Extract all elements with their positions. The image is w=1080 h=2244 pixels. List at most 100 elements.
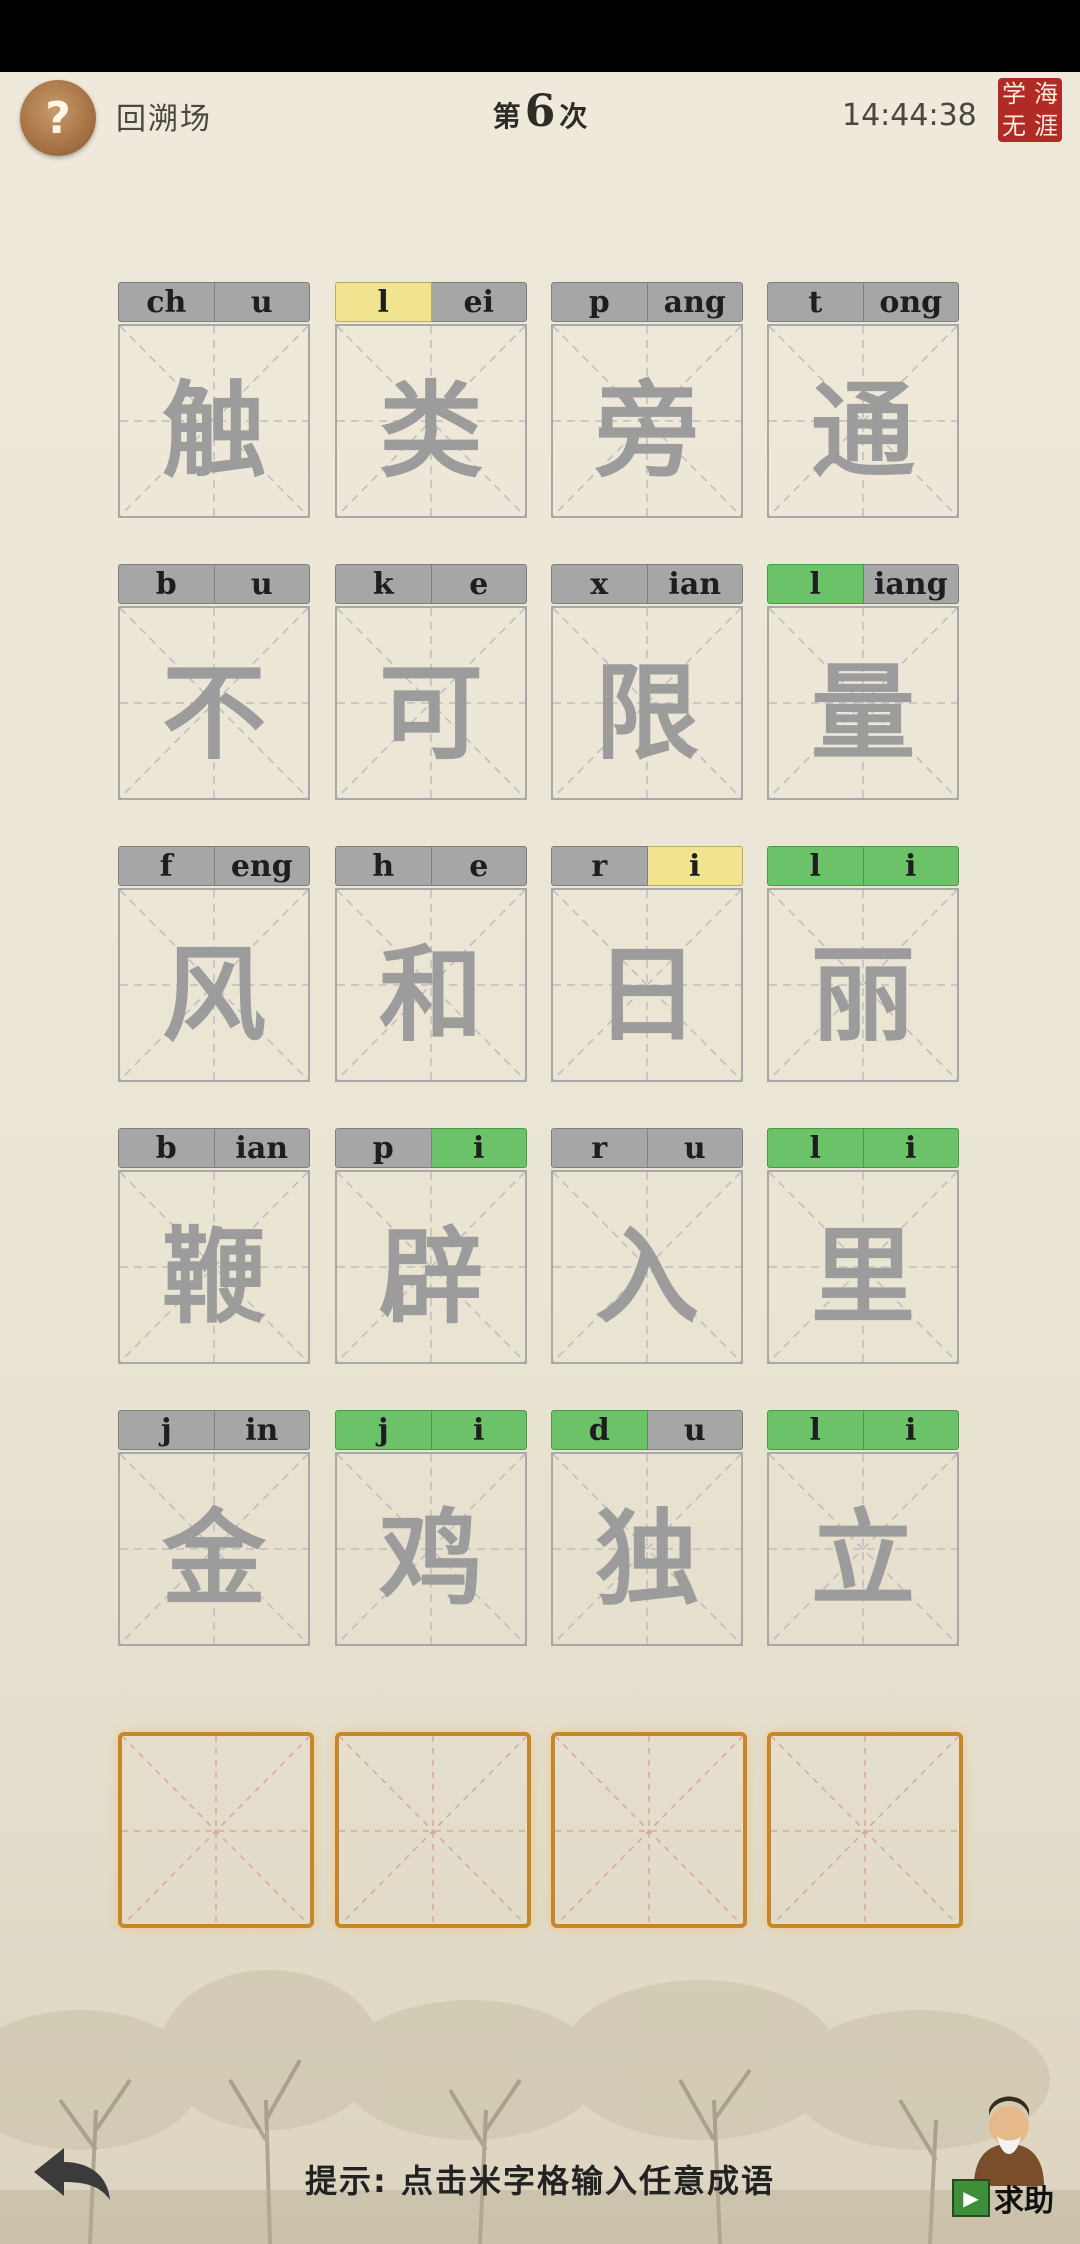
rice-grid-box: 日: [551, 888, 743, 1082]
hanzi-character: 旁: [594, 368, 699, 492]
pinyin-initial: h: [335, 846, 432, 886]
hint-text: 提示: 点击米字格输入任意成语: [305, 2162, 775, 2200]
hanzi-character: 丽: [810, 932, 915, 1056]
rice-grid-box: 入: [551, 1170, 743, 1364]
pinyin-initial: l: [767, 564, 864, 604]
character-cell: b ian 鞭: [118, 1128, 310, 1364]
pinyin-final: i: [863, 1410, 959, 1450]
timer: 14:44:38: [842, 98, 977, 133]
pinyin-bar: j in: [118, 1410, 310, 1450]
pinyin-bar: ch u: [118, 282, 310, 322]
character-cell: he 和: [335, 846, 527, 1082]
pinyin-final: u: [214, 282, 310, 322]
pinyin-bar: pi: [335, 1128, 527, 1168]
pinyin-bar: l iang: [767, 564, 959, 604]
seal-char: 无: [1002, 112, 1026, 140]
character-cell: li 丽: [767, 846, 959, 1082]
seal-char: 学: [1002, 80, 1026, 108]
pinyin-initial: p: [335, 1128, 432, 1168]
pinyin-initial: l: [335, 282, 432, 322]
rice-grid-box: 独: [551, 1452, 743, 1646]
character-cell: t ong 通: [767, 282, 959, 518]
character-cell: li 立: [767, 1410, 959, 1646]
pinyin-final: eng: [214, 846, 310, 886]
rice-grid-box: 鞭: [118, 1170, 310, 1364]
pinyin-initial: r: [551, 846, 648, 886]
pinyin-final: u: [647, 1128, 743, 1168]
hanzi-character: 风: [161, 932, 266, 1056]
character-cell: f eng 风: [118, 846, 310, 1082]
rice-grid-box: 金: [118, 1452, 310, 1646]
pinyin-final: i: [863, 846, 959, 886]
character-cell: ri 日: [551, 846, 743, 1082]
input-cell[interactable]: [767, 1732, 963, 1928]
hanzi-character: 类: [378, 368, 483, 492]
input-cell[interactable]: [118, 1732, 314, 1928]
pinyin-initial: f: [118, 846, 215, 886]
pinyin-initial: l: [767, 1128, 864, 1168]
pinyin-bar: he: [335, 846, 527, 886]
pinyin-bar: p ang: [551, 282, 743, 322]
hanzi-character: 限: [594, 650, 699, 774]
seek-help-label: 求助: [994, 2184, 1054, 2219]
rice-grid-box: 立: [767, 1452, 959, 1646]
hanzi-character: 触: [161, 368, 266, 492]
character-cell: ji 鸡: [335, 1410, 527, 1646]
character-cell: ru 入: [551, 1128, 743, 1364]
pinyin-final: i: [647, 846, 743, 886]
input-cell[interactable]: [551, 1732, 747, 1928]
input-cell[interactable]: [335, 1732, 531, 1928]
pinyin-initial: k: [335, 564, 432, 604]
rice-grid-box: 丽: [767, 888, 959, 1082]
hanzi-character: 不: [161, 650, 266, 774]
pinyin-final: ei: [431, 282, 527, 322]
hanzi-character: 立: [810, 1496, 915, 1620]
pinyin-initial: p: [551, 282, 648, 322]
character-cell: l ei 类: [335, 282, 527, 518]
pinyin-initial: x: [551, 564, 648, 604]
round-prefix: 第: [492, 100, 521, 133]
hanzi-character: 可: [378, 650, 483, 774]
pinyin-bar: ke: [335, 564, 527, 604]
pinyin-final: i: [431, 1128, 527, 1168]
seal-logo: 学 海 无 涯: [998, 78, 1062, 142]
character-cell: pi 辟: [335, 1128, 527, 1364]
pinyin-final: u: [647, 1410, 743, 1450]
pinyin-bar: li: [767, 1410, 959, 1450]
pinyin-bar: t ong: [767, 282, 959, 322]
pinyin-initial: ch: [118, 282, 215, 322]
pinyin-bar: ru: [551, 1128, 743, 1168]
pinyin-final: i: [431, 1410, 527, 1450]
hanzi-character: 辟: [378, 1214, 483, 1338]
pinyin-initial: j: [118, 1410, 215, 1450]
character-cell: ke 可: [335, 564, 527, 800]
pinyin-bar: li: [767, 846, 959, 886]
pinyin-bar: x ian: [551, 564, 743, 604]
pinyin-bar: bu: [118, 564, 310, 604]
pinyin-bar: f eng: [118, 846, 310, 886]
rice-grid-box: 类: [335, 324, 527, 518]
seek-help-button[interactable]: ▶ 求助: [952, 2176, 1054, 2220]
character-cell: p ang 旁: [551, 282, 743, 518]
pinyin-final: in: [214, 1410, 310, 1450]
hanzi-character: 和: [378, 932, 483, 1056]
hanzi-character: 量: [810, 650, 915, 774]
sage-avatar-icon[interactable]: [964, 2086, 1054, 2186]
rice-grid-box: 触: [118, 324, 310, 518]
pinyin-final: iang: [863, 564, 959, 604]
pinyin-final: i: [863, 1128, 959, 1168]
pinyin-initial: l: [767, 1410, 864, 1450]
pinyin-initial: d: [551, 1410, 648, 1450]
seal-char: 海: [1034, 80, 1058, 108]
play-icon: ▶: [952, 2179, 990, 2217]
rice-grid-box: 和: [335, 888, 527, 1082]
character-cell: x ian 限: [551, 564, 743, 800]
pinyin-initial: b: [118, 564, 215, 604]
status-bar: [0, 0, 1080, 72]
pinyin-final: e: [431, 564, 527, 604]
input-character: [771, 1736, 959, 1926]
character-cell: bu 不: [118, 564, 310, 800]
pinyin-bar: l ei: [335, 282, 527, 322]
seal-char: 涯: [1034, 112, 1058, 140]
pinyin-bar: li: [767, 1128, 959, 1168]
